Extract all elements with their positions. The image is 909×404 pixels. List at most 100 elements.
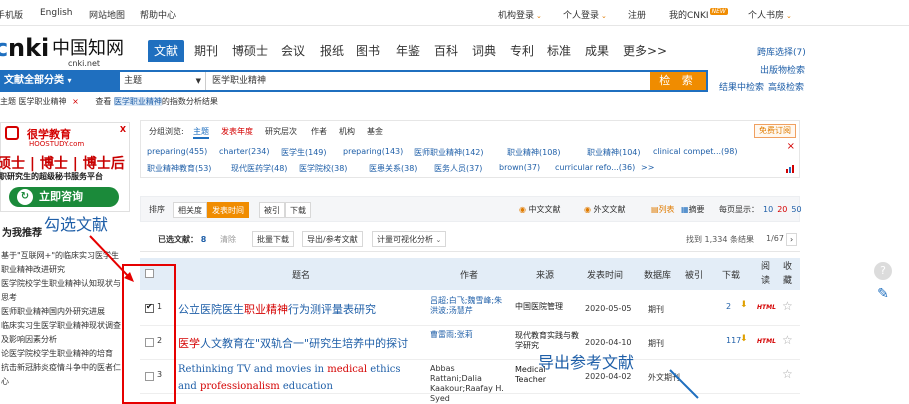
group-chip[interactable]: 职业精神(104) xyxy=(587,147,641,158)
nav-tab-5[interactable]: 图书 xyxy=(356,40,380,62)
nav-tab-0[interactable]: 文献 xyxy=(148,40,185,62)
recommend-item[interactable]: 临床实习生医学职业精神现状调查 xyxy=(0,319,130,333)
list-view-toggle[interactable]: ▤列表 xyxy=(651,204,675,215)
group-chip[interactable]: preparing(455) xyxy=(147,147,207,156)
recommend-item[interactable]: 医师职业精神国内外研究进展 xyxy=(0,305,130,319)
row-source[interactable]: 现代教育实践与教学研究 xyxy=(515,331,579,351)
row-source[interactable]: 中国医院管理 xyxy=(515,302,579,312)
search-button[interactable]: 检 索 xyxy=(650,72,706,90)
group-tab-6[interactable]: 基金 xyxy=(367,126,383,137)
row-authors[interactable]: 吕超;白飞;魏雪峰;朱洪波;汤慧芹 xyxy=(430,296,504,316)
download-icon[interactable]: ⬇ xyxy=(740,300,748,310)
nav-tab-11[interactable]: 成果 xyxy=(585,40,609,62)
search-field-select[interactable]: 主题 ▼ xyxy=(120,72,206,90)
per-page-option[interactable]: 10 xyxy=(763,205,773,214)
group-chip[interactable]: curricular refo...(36) xyxy=(555,163,635,172)
favorite-star-icon[interactable]: ☆ xyxy=(782,299,793,313)
in-result-search-link[interactable]: 结果中检索 xyxy=(719,80,764,93)
ad-banner[interactable]: 很学教育 HOOSTUDY.com X 硕士 | 博士 | 博士后 职研究生的超… xyxy=(0,122,130,212)
clear-selection-link[interactable]: 清除 xyxy=(220,234,236,245)
row-title-link[interactable]: 医学人文教育在"双轨合一"研究生培养中的探讨 xyxy=(178,335,408,351)
group-chip[interactable]: 医务人员(37) xyxy=(434,163,482,174)
sort-option-0[interactable]: 相关度 xyxy=(173,202,207,218)
free-subscribe-button[interactable]: 免费订阅 xyxy=(754,124,796,138)
recommend-item[interactable]: 及影响因素分析 xyxy=(0,333,130,347)
nav-tab-2[interactable]: 博硕士 xyxy=(232,40,268,62)
group-chip[interactable]: brown(37) xyxy=(499,163,540,172)
sort-option-2[interactable]: 被引 xyxy=(259,202,285,218)
chart-icon[interactable] xyxy=(785,164,795,174)
personal-library-link[interactable]: 个人书房 ⌄ xyxy=(748,8,792,21)
html-read-icon[interactable]: HTML xyxy=(757,304,776,311)
group-chip[interactable]: preparing(143) xyxy=(343,147,403,156)
row-title-link-line2[interactable]: and professionalism education xyxy=(178,381,333,392)
mobile-link[interactable]: 手机版 xyxy=(0,8,23,21)
export-references-button[interactable]: 导出/参考文献 xyxy=(302,231,363,247)
cnki-logo[interactable]: c nki 中国知网 cnki.net xyxy=(0,32,134,70)
org-login-link[interactable]: 机构登录 ⌄ xyxy=(498,8,542,21)
recommend-item[interactable]: 论医学院校学生职业精神的培育 xyxy=(0,347,130,361)
search-input[interactable]: 医学职业精神 xyxy=(212,72,266,90)
nav-tab-1[interactable]: 期刊 xyxy=(194,40,218,62)
row-authors[interactable]: 曹雷雨;张莉 xyxy=(430,330,504,340)
help-float-icon[interactable]: ? xyxy=(874,262,892,280)
visualize-button[interactable]: 计量可视化分析 ⌄ xyxy=(372,231,447,247)
group-chip[interactable]: clinical compet...(98) xyxy=(653,147,737,156)
group-chip[interactable]: 职业精神(108) xyxy=(507,147,561,158)
remove-topic-icon[interactable]: × xyxy=(72,97,79,106)
nav-tab-8[interactable]: 词典 xyxy=(472,40,496,62)
group-tab-1[interactable]: 主题 xyxy=(193,126,209,139)
recommend-item[interactable]: 思考 xyxy=(0,291,130,305)
help-link[interactable]: 帮助中心 xyxy=(140,8,176,21)
row-title-link[interactable]: Rethinking TV and movies in medical ethi… xyxy=(178,364,401,375)
html-read-icon[interactable]: HTML xyxy=(757,338,776,345)
group-chip[interactable]: 医学生(149) xyxy=(281,147,327,158)
nav-tab-7[interactable]: 百科 xyxy=(434,40,458,62)
sitemap-link[interactable]: 网站地图 xyxy=(89,8,125,21)
row-title-link[interactable]: 公立医院医生职业精神行为测评量表研究 xyxy=(178,301,376,317)
chinese-docs-toggle[interactable]: ◉ 中文文献 xyxy=(519,204,561,215)
group-chip[interactable]: 医患关系(38) xyxy=(369,163,417,174)
sort-option-1[interactable]: 发表时间 xyxy=(207,202,249,218)
download-icon[interactable]: ⬇ xyxy=(740,334,748,344)
ad-cta-button[interactable]: ↻ 立即咨询 xyxy=(9,187,119,207)
nav-tab-9[interactable]: 专利 xyxy=(510,40,534,62)
group-tab-4[interactable]: 作者 xyxy=(311,126,327,137)
batch-download-button[interactable]: 批量下载 xyxy=(252,231,294,247)
edit-float-icon[interactable]: ✎ xyxy=(874,286,892,304)
sort-option-3[interactable]: 下载 xyxy=(285,202,311,218)
favorite-star-icon[interactable]: ☆ xyxy=(782,367,793,381)
group-chip[interactable]: 现代医药学(48) xyxy=(231,163,287,174)
personal-login-link[interactable]: 个人登录 ⌄ xyxy=(563,8,607,21)
group-chip[interactable]: 职业精神教育(53) xyxy=(147,163,211,174)
category-selector[interactable]: 文献全部分类 ▾ xyxy=(0,70,118,92)
nav-tab-3[interactable]: 会议 xyxy=(281,40,305,62)
cross-db-link[interactable]: 跨库选择(7) xyxy=(757,45,806,58)
recommend-item[interactable]: 心 xyxy=(0,375,130,389)
nav-tab-6[interactable]: 年鉴 xyxy=(396,40,420,62)
group-tab-3[interactable]: 研究层次 xyxy=(265,126,297,137)
nav-tab-4[interactable]: 报纸 xyxy=(320,40,344,62)
index-analysis-link[interactable]: 医学职业精神 xyxy=(113,97,162,106)
group-chip[interactable]: charter(234) xyxy=(219,147,270,156)
per-page-option[interactable]: 50 xyxy=(791,205,801,214)
nav-tab-10[interactable]: 标准 xyxy=(547,40,571,62)
ad-close-icon[interactable]: X xyxy=(120,125,126,134)
publication-search-link[interactable]: 出版物检索 xyxy=(760,63,805,76)
english-link[interactable]: English xyxy=(40,8,73,18)
register-link[interactable]: 注册 xyxy=(628,8,646,21)
abstract-view-toggle[interactable]: ▦摘要 xyxy=(681,204,705,215)
per-page-option[interactable]: 20 xyxy=(777,205,787,214)
close-groups-icon[interactable]: × xyxy=(787,141,795,152)
group-chip[interactable]: 医学院校(38) xyxy=(299,163,347,174)
foreign-docs-toggle[interactable]: ◉ 外文文献 xyxy=(584,204,626,215)
row-authors[interactable]: Abbas Rattani;Dalia Kaakour;Raafay H. Sy… xyxy=(430,364,504,404)
recommend-item[interactable]: 抗击新冠肺炎疫情斗争中的医者仁 xyxy=(0,361,130,375)
group-tab-2[interactable]: 发表年度 xyxy=(221,126,253,137)
group-tab-5[interactable]: 机构 xyxy=(339,126,355,137)
my-cnki-link[interactable]: 我的CNKI NEW xyxy=(669,8,728,21)
next-page-button[interactable]: › xyxy=(786,233,798,246)
group-chip[interactable]: 医师职业精神(142) xyxy=(414,147,484,158)
nav-tab-12[interactable]: 更多>> xyxy=(623,40,667,62)
favorite-star-icon[interactable]: ☆ xyxy=(782,333,793,347)
